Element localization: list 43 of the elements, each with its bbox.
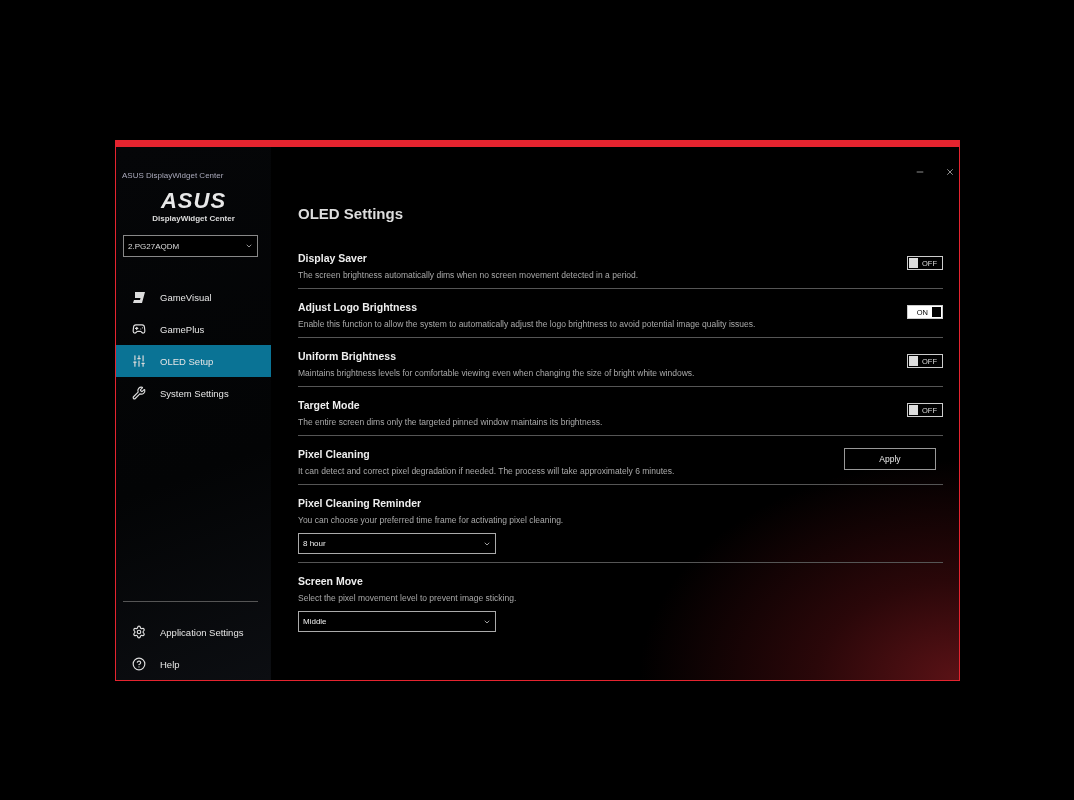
nav-label: OLED Setup xyxy=(160,355,214,367)
nav-item[interactable]: GameVisual xyxy=(116,281,271,313)
nav-label: System Settings xyxy=(160,387,229,399)
setting-description: Select the pixel movement level to prevent image sticking. xyxy=(298,593,518,603)
apply-button[interactable]: Apply xyxy=(844,448,936,470)
nav-label: GamePlus xyxy=(160,323,205,335)
setting-title: Display Saver xyxy=(298,252,368,264)
setting-description: It can detect and correct pixel degradation if needed. The process will take approximately 6 minutes. xyxy=(298,466,676,476)
close-icon xyxy=(945,167,955,177)
nav-item[interactable]: GamePlus xyxy=(116,313,271,345)
setting-title: Adjust Logo Brightness xyxy=(298,301,418,313)
nav-item[interactable]: OLED Setup xyxy=(116,345,271,377)
nav-label: Application Settings xyxy=(160,626,244,638)
chevron-down-icon xyxy=(245,242,253,250)
nav-label: Help xyxy=(160,658,180,670)
app-subtitle: DisplayWidget Center xyxy=(151,214,236,223)
setting-description: Enable this function to allow the system to automatically adjust the logo brightness to avoid potential image quality issues. xyxy=(298,319,757,329)
help-icon xyxy=(132,657,146,671)
setting-title: Uniform Brightness xyxy=(298,350,397,362)
gamepad-icon xyxy=(132,322,146,336)
monitor-dropdown[interactable]: 2.PG27AQDM xyxy=(123,235,258,257)
sliders-icon xyxy=(132,354,146,368)
dropdown[interactable]: Middle xyxy=(298,611,496,632)
brand-logo: ASUS xyxy=(159,190,228,212)
setting-description: The entire screen dims only the targeted pinned window maintains its brightness. xyxy=(298,417,604,427)
page-title: OLED Settings xyxy=(298,205,404,222)
dropdown[interactable]: 8 hour xyxy=(298,533,496,554)
setting-description: The screen brightness automatically dims when no screen movement detected in a period. xyxy=(298,270,640,280)
nav-item[interactable]: Application Settings xyxy=(116,616,271,648)
window-title: ASUS DisplayWidget Center xyxy=(121,170,225,180)
setting-description: Maintains brightness levels for comfortable viewing even when changing the size of bright white windows. xyxy=(298,368,696,378)
setting-title: Pixel Cleaning xyxy=(298,448,371,460)
gamevisual-icon xyxy=(132,290,146,304)
close-button[interactable] xyxy=(945,167,955,177)
setting-title: Pixel Cleaning Reminder xyxy=(298,497,423,509)
settings-icon xyxy=(132,625,146,639)
nav-item[interactable]: System Settings xyxy=(116,377,271,409)
setting-description: You can choose your preferred time frame for activating pixel cleaning. xyxy=(298,515,565,525)
nav-label: GameVisual xyxy=(160,291,212,303)
nav-item[interactable]: Help xyxy=(116,648,271,680)
setting-title: Target Mode xyxy=(298,399,361,411)
tools-icon xyxy=(132,386,146,400)
setting-title: Screen Move xyxy=(298,575,364,587)
